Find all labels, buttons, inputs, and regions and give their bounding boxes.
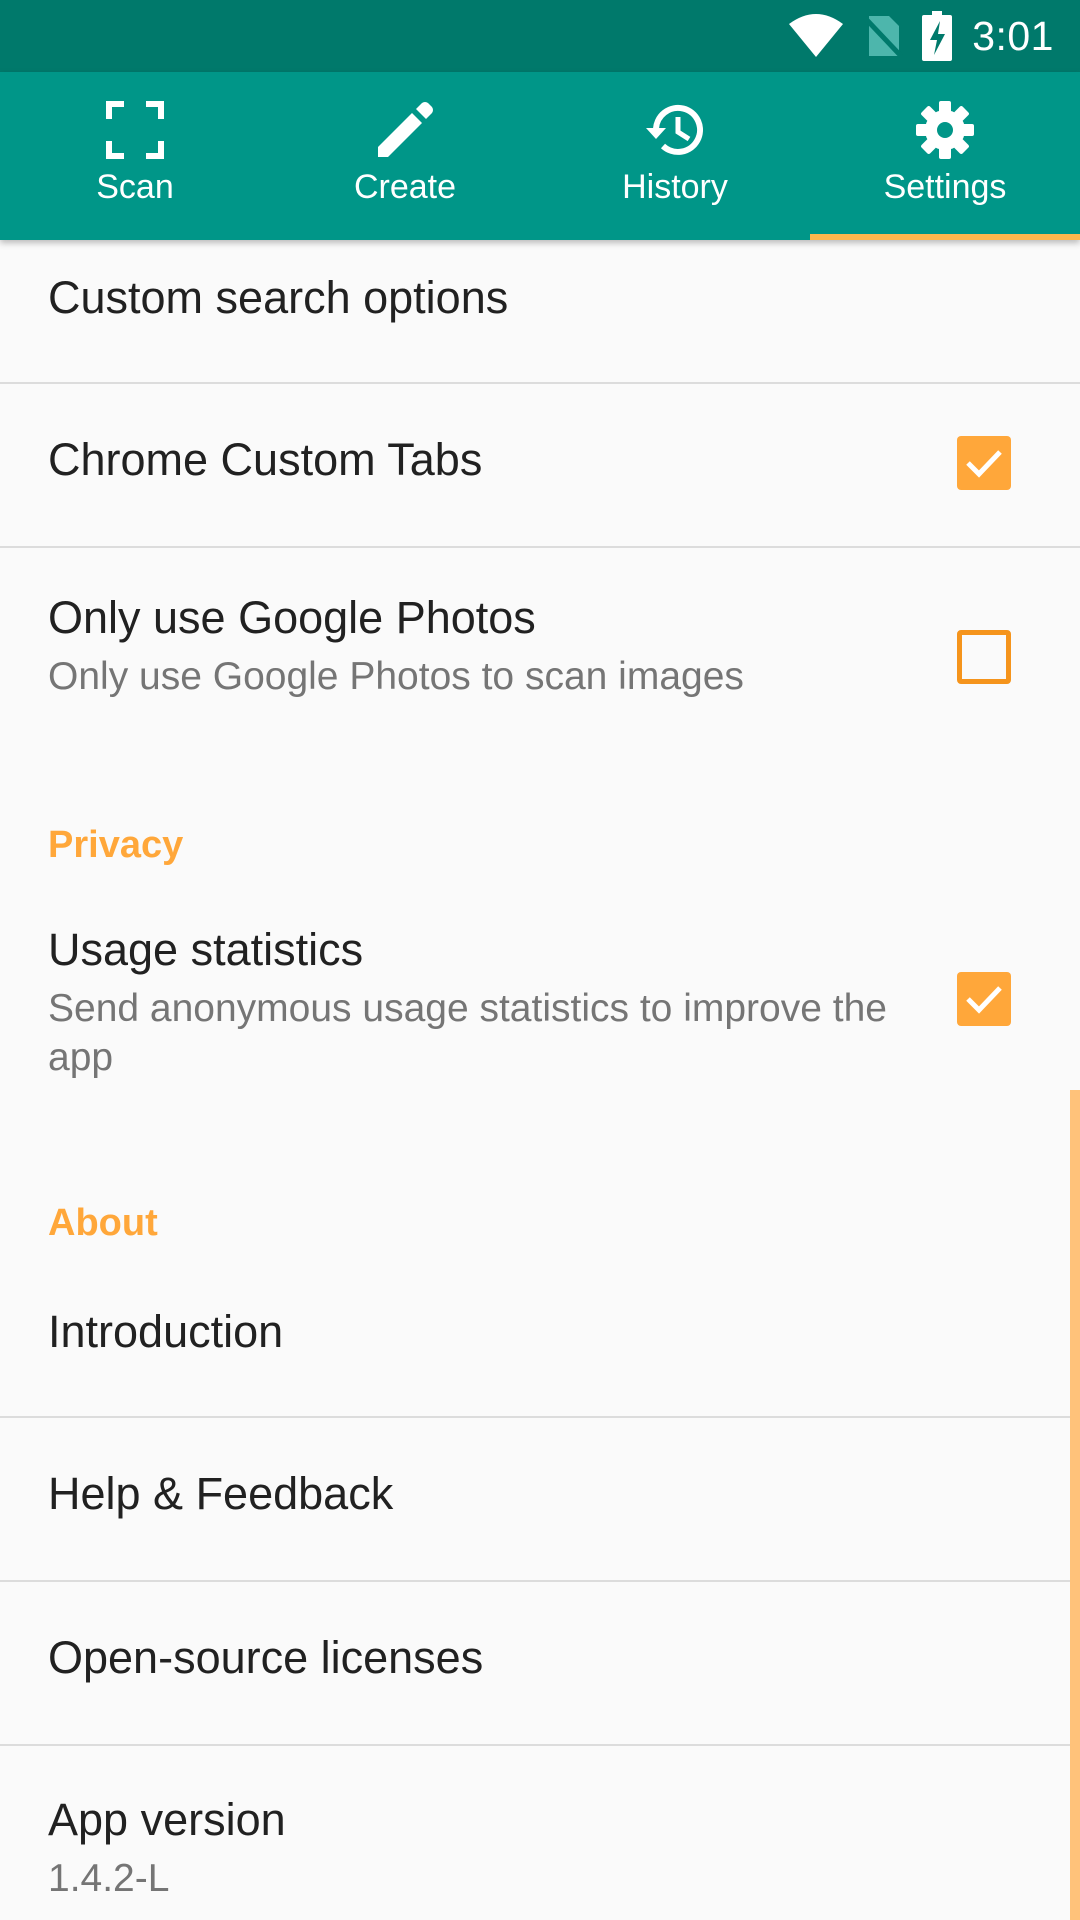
battery-charging-icon [922,11,953,61]
item-summary: Only use Google Photos to scan images [48,655,744,698]
tab-label: Scan [96,168,174,206]
tab-history[interactable]: History [540,72,810,240]
chrome-custom-tabs-checkbox[interactable] [957,436,1011,490]
tab-scan[interactable]: Scan [0,72,270,240]
usage-statistics-item[interactable]: Usage statistics Send anonymous usage st… [0,900,1080,1180]
active-tab-indicator [810,234,1080,240]
history-icon [643,98,707,162]
introduction-item[interactable]: Introduction [0,1270,1080,1416]
item-title: Introduction [48,1306,284,1357]
settings-list: Custom search options Chrome Custom Tabs… [0,240,1080,1920]
chrome-custom-tabs-item[interactable]: Chrome Custom Tabs [0,384,1080,546]
item-title: Usage statistics [48,924,364,975]
only-use-google-photos-item[interactable]: Only use Google Photos Only use Google P… [0,548,1080,748]
item-summary: Send anonymous usage statistics to impro… [48,987,887,1079]
gear-icon [915,98,975,162]
item-title: Chrome Custom Tabs [48,434,483,485]
item-title: Open-source licenses [48,1632,484,1683]
item-title: Help & Feedback [48,1468,394,1519]
scan-frame-icon [106,98,164,162]
status-bar: 3:01 [0,0,1080,72]
help-feedback-item[interactable]: Help & Feedback [0,1418,1080,1580]
item-title: Custom search options [48,272,509,323]
only-use-google-photos-checkbox[interactable] [957,630,1011,684]
wifi-icon [789,14,844,57]
tab-label: Settings [883,168,1007,206]
app-version-item[interactable]: App version 1.4.2-L [0,1746,1080,1920]
check-icon [966,450,1002,478]
scrollbar[interactable] [1070,1090,1080,1920]
tab-settings[interactable]: Settings [810,72,1080,240]
no-sim-icon [863,16,904,58]
about-category-header: About [48,1202,158,1244]
usage-statistics-checkbox[interactable] [957,972,1011,1026]
custom-search-options-item[interactable]: Custom search options [0,240,1080,382]
status-icons: 3:01 [788,0,1054,72]
item-title: Only use Google Photos [48,592,536,643]
open-source-licenses-item[interactable]: Open-source licenses [0,1582,1080,1744]
tab-bar: Scan Create History Settings [0,72,1080,240]
tab-label: History [622,168,728,206]
privacy-category-header: Privacy [48,824,184,866]
pencil-icon [376,98,434,162]
tab-label: Create [353,168,457,206]
status-time: 3:01 [972,12,1054,59]
app-version-value: 1.4.2-L [48,1857,170,1900]
tab-create[interactable]: Create [270,72,540,240]
item-title: App version [48,1794,286,1845]
check-icon [966,986,1002,1014]
